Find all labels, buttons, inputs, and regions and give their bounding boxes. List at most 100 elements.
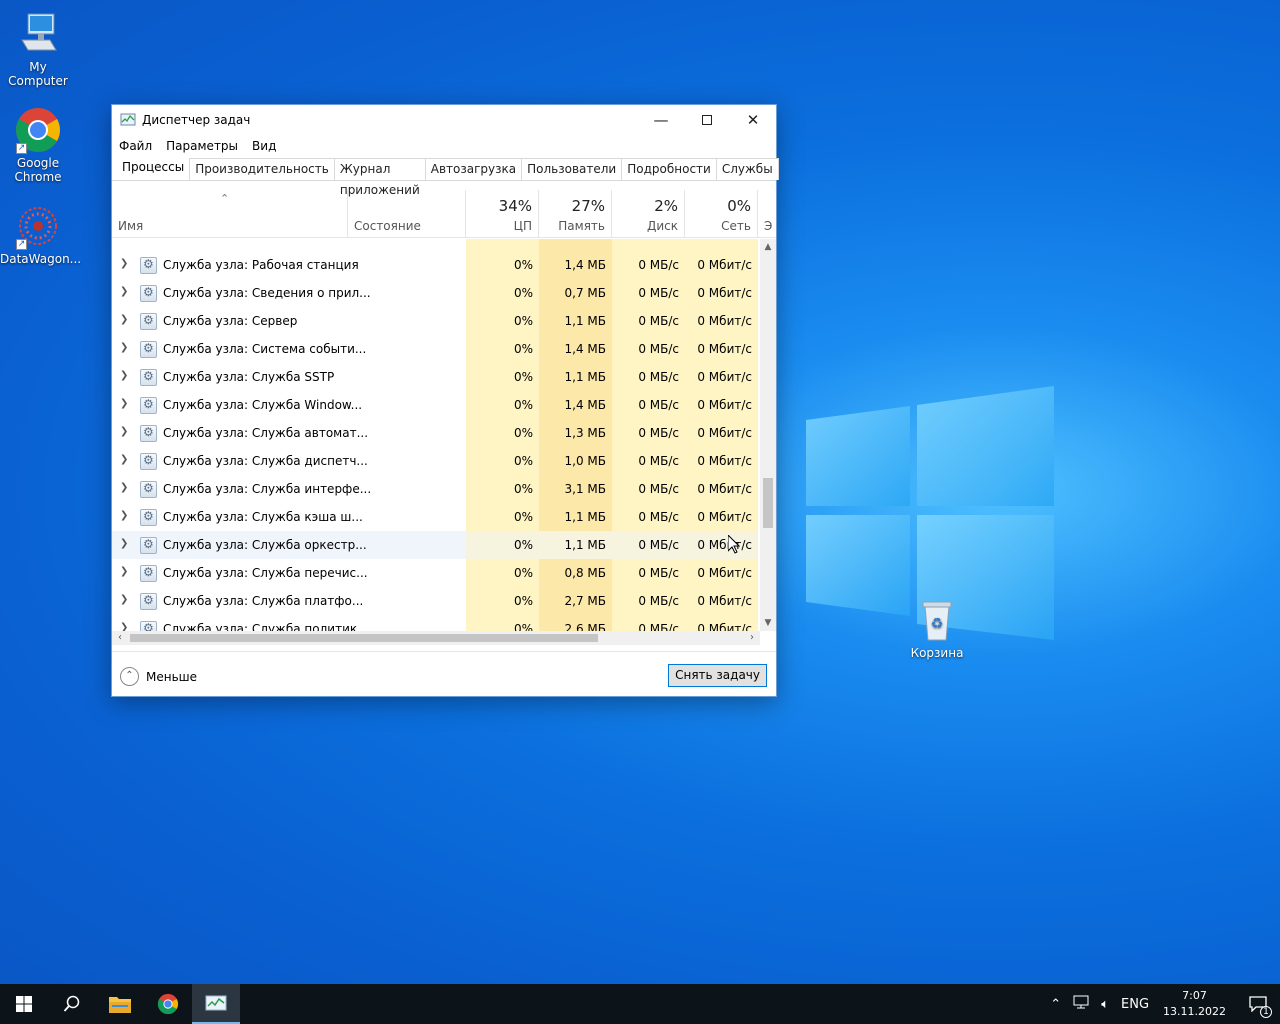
memory-cell: 1,1 МБ	[539, 531, 612, 559]
column-header-status[interactable]: Состояние	[348, 190, 466, 238]
table-row[interactable]: ❯ Служба узла: Сведения о прил... 0%0,7 МБ…	[112, 279, 760, 307]
expand-chevron-icon[interactable]: ❯	[120, 594, 130, 605]
task-manager-icon	[205, 995, 227, 1011]
disk-cell: 0 МБ/с	[612, 587, 685, 615]
maximize-button[interactable]	[684, 105, 730, 135]
desktop-icon-label: Google Chrome	[14, 156, 62, 184]
table-row[interactable]: ❯Служба узла: Служба Window...0%1,4 МБ0 …	[112, 391, 760, 419]
desktop-icon-recycle-bin[interactable]: ♻ Корзина	[899, 596, 975, 660]
cpu-cell: 0%	[466, 363, 539, 391]
process-name: Служба узла: Служба диспетч...	[163, 454, 368, 468]
volume-icon[interactable]: 🔈︎	[1101, 997, 1109, 1012]
scroll-down-arrow-icon[interactable]: ▼	[760, 615, 776, 631]
process-name: Служба узла: Служба кэша ш...	[163, 510, 363, 524]
menu-file[interactable]: Файл	[119, 139, 152, 153]
expand-chevron-icon[interactable]: ❯	[120, 622, 130, 631]
vertical-scroll-thumb[interactable]	[763, 478, 773, 528]
table-row[interactable]: ❯Служба узла: Система событи...0%1,4 МБ0…	[112, 335, 760, 363]
action-center-button[interactable]: 1	[1236, 984, 1280, 1024]
tab-services[interactable]: Службы	[715, 158, 779, 180]
table-row[interactable]: ❯Служба узла: Служба оркестр...0%1,1 МБ0…	[112, 531, 760, 559]
tab-startup[interactable]: Автозагрузка	[424, 158, 523, 180]
expand-chevron-icon[interactable]: ❯	[120, 510, 130, 521]
table-row[interactable]: ❯Служба узла: Служба интерфе...0%3,1 МБ0…	[112, 475, 760, 503]
expand-chevron-icon[interactable]: ❯	[120, 426, 130, 437]
search-button[interactable]	[48, 984, 96, 1024]
process-name: Служба узла: Служба оркестр...	[163, 538, 367, 552]
expand-chevron-icon[interactable]: ❯	[120, 342, 130, 353]
close-button[interactable]: ✕	[730, 105, 776, 135]
svg-text:♻: ♻	[931, 616, 944, 632]
title-bar[interactable]: Диспетчер задач — ✕	[112, 105, 776, 135]
expand-chevron-icon[interactable]: ❯	[120, 258, 130, 269]
table-row[interactable]: ❯Служба узла: Служба перечис...0%0,8 МБ0…	[112, 559, 760, 587]
table-row[interactable]: ❯Служба узла: Служба автомат...0%1,3 МБ0…	[112, 419, 760, 447]
menu-view[interactable]: Вид	[252, 139, 276, 153]
column-next-label: Э	[764, 219, 773, 233]
start-button[interactable]	[0, 984, 48, 1024]
column-header-network[interactable]: 0% Сеть	[685, 190, 758, 238]
table-row[interactable]: ❯Служба узла: Служба диспетч...0%1,0 МБ0…	[112, 447, 760, 475]
expand-chevron-icon[interactable]: ❯	[120, 538, 130, 549]
network-icon[interactable]	[1073, 995, 1089, 1013]
window-title: Диспетчер задач	[142, 113, 251, 127]
table-row[interactable]: ❯ Служба узла: Сервер 0%1,1 МБ0 МБ/с0 Мбит…	[112, 307, 760, 335]
show-hidden-icons-chevron-icon[interactable]: ⌃	[1050, 997, 1061, 1012]
column-name-label: Имя	[118, 219, 144, 233]
network-cell: 0 Мбит/с	[685, 447, 758, 475]
clock[interactable]: 7:07 13.11.2022	[1163, 988, 1226, 1020]
service-gear-icon	[140, 369, 157, 386]
end-task-button[interactable]: Снять задачу	[668, 664, 767, 687]
horizontal-scrollbar[interactable]: ‹ ›	[112, 631, 760, 645]
expand-chevron-icon[interactable]: ❯	[120, 454, 130, 465]
expand-chevron-icon[interactable]: ❯	[120, 398, 130, 409]
memory-cell: 1,4 МБ	[539, 335, 612, 363]
expand-chevron-icon[interactable]: ❯	[120, 314, 130, 325]
taskbar-task-manager[interactable]	[192, 984, 240, 1024]
tab-processes[interactable]: Процессы	[116, 156, 191, 180]
tab-details[interactable]: Подробности	[621, 158, 717, 180]
process-list: ❯Служба узла: Рабочая станция0%1,4 МБ0 М…	[112, 239, 760, 631]
disk-cell: 0 МБ/с	[612, 503, 685, 531]
vertical-scrollbar[interactable]: ▲ ▼	[760, 239, 776, 631]
expand-chevron-icon[interactable]: ❯	[120, 482, 130, 493]
column-header-name[interactable]: Имя	[112, 190, 348, 238]
scroll-right-arrow-icon[interactable]: ›	[744, 631, 760, 645]
expand-chevron-icon[interactable]: ❯	[120, 566, 130, 577]
cpu-cell: 0%	[466, 307, 539, 335]
network-cell: 0 Мбит/с	[685, 363, 758, 391]
table-row[interactable]: ❯Служба узла: Рабочая станция0%1,4 МБ0 М…	[112, 251, 760, 279]
language-indicator[interactable]: ENG	[1121, 997, 1149, 1012]
disk-cell: 0 МБ/с	[612, 335, 685, 363]
column-header-cpu[interactable]: 34% ЦП	[466, 190, 539, 238]
desktop-icon-my-computer[interactable]: My Computer	[0, 10, 76, 88]
taskbar-chrome[interactable]	[144, 984, 192, 1024]
desktop-icon-google-chrome[interactable]: ↗ Google Chrome	[0, 106, 76, 184]
table-row[interactable]: ❯Служба узла: Служба платфо...0%2,7 МБ0 …	[112, 587, 760, 615]
expand-chevron-icon[interactable]: ❯	[120, 286, 130, 297]
column-header-disk[interactable]: 2% Диск	[612, 190, 685, 238]
table-row[interactable]: ❯Служба узла: Служба кэша ш...0%1,1 МБ0 …	[112, 503, 760, 531]
tab-performance[interactable]: Производительность	[189, 158, 335, 180]
cpu-cell: 0%	[466, 251, 539, 279]
desktop-icon-datawagon[interactable]: ↗ DataWagon...	[0, 202, 81, 266]
tab-users[interactable]: Пользователи	[521, 158, 623, 180]
expand-chevron-icon[interactable]: ❯	[120, 370, 130, 381]
process-name: Служба узла: Служба платфо...	[163, 594, 364, 608]
service-gear-icon	[140, 593, 157, 610]
column-header-memory[interactable]: 27% Память	[539, 190, 612, 238]
column-header-next[interactable]: Э	[758, 190, 776, 238]
chevron-up-icon: ⌃	[120, 667, 139, 686]
scroll-left-arrow-icon[interactable]: ‹	[112, 631, 128, 645]
tab-app-history[interactable]: Журнал приложений	[333, 158, 426, 197]
menu-options[interactable]: Параметры	[166, 139, 238, 153]
table-row[interactable]: ❯ Служба узла: Служба SSTP 0%1,1 МБ0 МБ/с0…	[112, 363, 760, 391]
task-manager-icon	[120, 113, 136, 126]
minimize-button[interactable]: —	[638, 105, 684, 135]
horizontal-scroll-thumb[interactable]	[130, 634, 598, 642]
clock-time: 7:07	[1182, 989, 1207, 1002]
fewer-details-button[interactable]: ⌃ Меньше	[120, 667, 197, 686]
table-row[interactable]: ❯Служба узла: Служба политик...0%2,6 МБ0…	[112, 615, 760, 631]
scroll-up-arrow-icon[interactable]: ▲	[760, 239, 776, 255]
taskbar-file-explorer[interactable]	[96, 984, 144, 1024]
